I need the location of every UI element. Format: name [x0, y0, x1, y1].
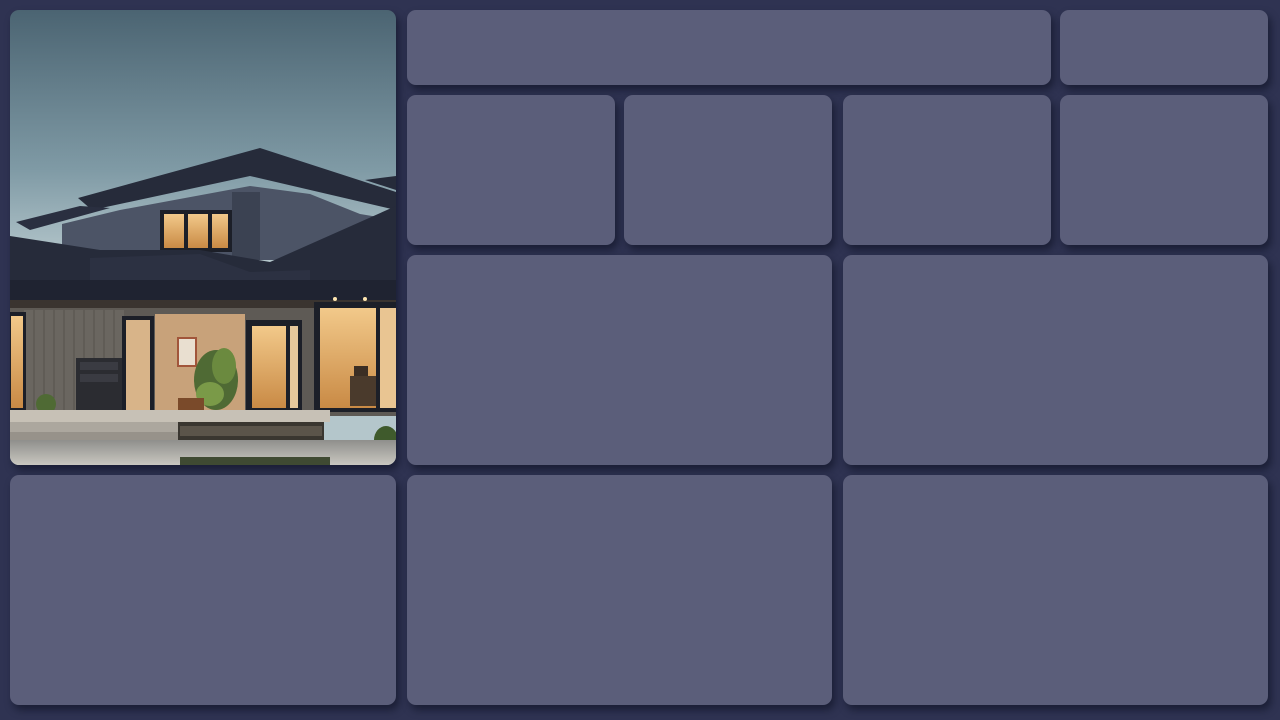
tile-bottom-right[interactable]: [843, 475, 1268, 705]
tile-bottom-middle[interactable]: [407, 475, 832, 705]
house-photo-tile[interactable]: [10, 10, 396, 465]
house-photo: [10, 10, 396, 465]
tile-row2-2[interactable]: [624, 95, 832, 245]
tile-row2-4[interactable]: [1060, 95, 1268, 245]
tile-row2-3[interactable]: [843, 95, 1051, 245]
tile-top-right[interactable]: [1060, 10, 1268, 85]
tile-mid-left[interactable]: [407, 255, 832, 465]
dashboard-canvas: { "page": { "background_color": "#2f3352…: [0, 0, 1280, 720]
tile-bottom-left[interactable]: [10, 475, 396, 705]
tile-row2-1[interactable]: [407, 95, 615, 245]
tile-mid-right[interactable]: [843, 255, 1268, 465]
tile-top-wide[interactable]: [407, 10, 1051, 85]
